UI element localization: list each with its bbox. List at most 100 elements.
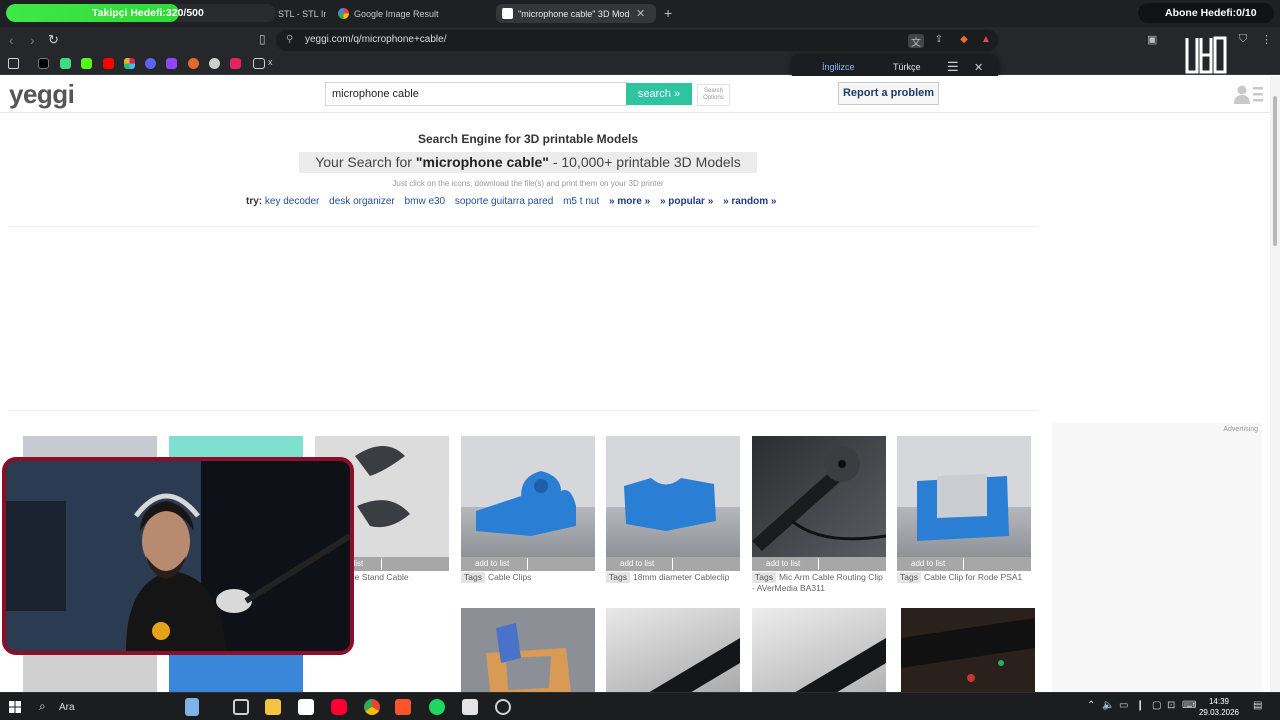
yeggi-logo[interactable]: yeggi xyxy=(9,79,75,110)
try-link[interactable]: desk organizer xyxy=(329,196,395,207)
tray-overflow-icon[interactable]: ⌃ xyxy=(1087,700,1095,711)
new-tab-icon[interactable]: + xyxy=(664,5,672,21)
search-input[interactable]: microphone cable xyxy=(325,82,627,106)
notifications-icon[interactable]: ▤ xyxy=(1253,700,1262,711)
tab-google-image-result[interactable]: Google Image Result xyxy=(338,4,488,23)
add-to-list-button[interactable]: add to list xyxy=(461,557,595,571)
taskbar-search-placeholder[interactable]: Ara xyxy=(59,702,75,713)
model-thumbnail[interactable] xyxy=(901,608,1035,692)
result-count: - 10,000+ printable 3D Models xyxy=(548,154,741,170)
github-icon[interactable] xyxy=(209,58,220,69)
bookmark-icon[interactable]: ▯ xyxy=(259,32,266,46)
model-title[interactable]: Tags 18mm diameter Cableclip xyxy=(606,572,742,583)
sidebar-panel-icon[interactable]: ▣ xyxy=(1147,33,1157,46)
apps-grid-icon[interactable] xyxy=(8,58,19,69)
brave-shields-icon[interactable]: ◆ xyxy=(956,34,972,48)
battery-icon[interactable]: ▭ xyxy=(1119,700,1128,711)
webcam-overlay xyxy=(2,457,354,655)
add-to-list-button[interactable]: add to list xyxy=(897,557,1031,571)
model-title[interactable]: Tags Cable Clip for Rode PSA1 xyxy=(897,572,1033,583)
divider xyxy=(8,226,1038,227)
microphone-icon[interactable]: ❙ xyxy=(1136,700,1144,711)
try-link[interactable]: m5 t nut xyxy=(563,196,599,207)
try-random-link[interactable]: » random » xyxy=(723,196,776,207)
model-thumbnail[interactable] xyxy=(461,436,595,557)
capcut-icon[interactable] xyxy=(298,699,314,715)
brave-browser-icon[interactable] xyxy=(395,699,411,715)
slack-icon[interactable] xyxy=(124,58,135,69)
tab-stl[interactable]: STL - STL In xyxy=(278,4,326,23)
keyboard-icon[interactable]: ⌨ xyxy=(1182,700,1196,711)
chrome-icon[interactable] xyxy=(364,699,380,715)
try-link[interactable]: bmw e30 xyxy=(405,196,446,207)
translate-icon[interactable]: 文 xyxy=(908,34,924,49)
shield-icon[interactable]: ⛉ xyxy=(1239,33,1247,46)
close-tab-icon[interactable]: ✕ xyxy=(636,7,645,20)
try-popular-link[interactable]: » popular » xyxy=(660,196,713,207)
bookmark-pink-icon[interactable] xyxy=(230,58,241,69)
model-thumbnail[interactable] xyxy=(606,436,740,557)
system-clock[interactable]: 14:39 29.03.2026 xyxy=(1196,696,1242,718)
model-thumbnail[interactable] xyxy=(752,608,886,692)
follower-goal-widget: Takipçi Hedefi:320/500 xyxy=(6,4,276,22)
translate-target-language[interactable]: Türkçe xyxy=(893,62,921,72)
menu-icon[interactable]: ⋮ xyxy=(1261,33,1272,46)
brave-rewards-icon[interactable]: ▲ xyxy=(978,34,994,48)
clock-date: 29.03.2026 xyxy=(1198,708,1240,717)
bookmark-green-icon[interactable] xyxy=(60,58,71,69)
bookmark-orange-icon[interactable] xyxy=(188,58,199,69)
youtube-app-icon[interactable] xyxy=(331,699,347,715)
model-thumbnail[interactable] xyxy=(461,608,595,692)
try-link[interactable]: soporte guitarra pared xyxy=(455,196,553,207)
spotify-icon[interactable] xyxy=(429,699,445,715)
translate-close-icon[interactable]: ✕ xyxy=(974,61,983,74)
translate-menu-icon[interactable]: ☰ xyxy=(947,59,959,75)
display-icon[interactable]: ▢ xyxy=(1152,700,1161,711)
back-icon[interactable]: ‹ xyxy=(9,32,14,48)
share-icon[interactable]: ⇪ xyxy=(931,34,947,48)
site-info-icon[interactable]: ⚲ xyxy=(286,34,293,45)
address-url[interactable]: yeggi.com/q/microphone+cable/ xyxy=(305,34,446,45)
yeggi-favicon-icon xyxy=(502,8,513,19)
volume-icon[interactable]: 🔈 xyxy=(1102,700,1114,711)
model-thumbnail[interactable] xyxy=(752,436,886,557)
taskbar-search[interactable]: ⌕ Ara xyxy=(31,695,209,719)
twitch-icon[interactable] xyxy=(166,58,177,69)
obs-icon[interactable] xyxy=(495,699,511,715)
forward-icon[interactable]: › xyxy=(30,32,35,48)
page-scrollbar[interactable] xyxy=(1270,76,1280,692)
user-menu-icon[interactable] xyxy=(1234,84,1264,104)
add-to-list-button[interactable]: add to list xyxy=(752,557,886,571)
reload-icon[interactable]: ↻ xyxy=(48,32,59,48)
search-button[interactable]: search » xyxy=(626,83,692,105)
tab-label: Google Image Result xyxy=(354,8,439,19)
document-app-icon[interactable] xyxy=(462,699,478,715)
x-twitter-icon[interactable] xyxy=(38,58,49,69)
address-bar[interactable]: ⚲ yeggi.com/q/microphone+cable/ 文 ⇪ ◆ ▲ xyxy=(276,30,998,51)
folder-icon[interactable] xyxy=(253,58,265,69)
rode-psa1-clip-model-image xyxy=(917,474,1009,541)
report-problem-button[interactable]: Report a problem xyxy=(838,82,939,105)
model-thumbnail[interactable] xyxy=(606,608,740,692)
kick-icon[interactable] xyxy=(81,58,92,69)
model-thumbnail[interactable] xyxy=(897,436,1031,557)
youtube-icon[interactable] xyxy=(103,58,114,69)
folder-x-label[interactable]: x xyxy=(268,57,273,67)
network-icon[interactable]: ⊡ xyxy=(1167,700,1175,711)
translate-source-language[interactable]: İngilizce xyxy=(822,62,855,72)
task-view-icon[interactable] xyxy=(233,699,249,715)
file-explorer-icon[interactable] xyxy=(265,699,281,715)
try-more-link[interactable]: » more » xyxy=(609,196,650,207)
add-to-list-button[interactable]: add to list xyxy=(606,557,740,571)
try-label: try: xyxy=(246,196,263,207)
discord-icon[interactable] xyxy=(145,58,156,69)
try-link[interactable]: key decoder xyxy=(265,196,319,207)
tab-yeggi-results[interactable]: "microphone cable" 3D Models ✕ xyxy=(496,4,656,23)
windows-start-icon[interactable] xyxy=(9,701,21,713)
model-title[interactable]: Tags Cable Clips xyxy=(461,572,597,583)
scrollbar-thumb[interactable] xyxy=(1273,96,1277,246)
search-options-button[interactable]: Search Options xyxy=(697,84,730,106)
streamer-webcam-image xyxy=(6,461,350,651)
search-input-value[interactable]: microphone cable xyxy=(332,88,419,100)
model-title[interactable]: Tags Mic Arm Cable Routing Clip - AVerMed… xyxy=(752,572,888,594)
